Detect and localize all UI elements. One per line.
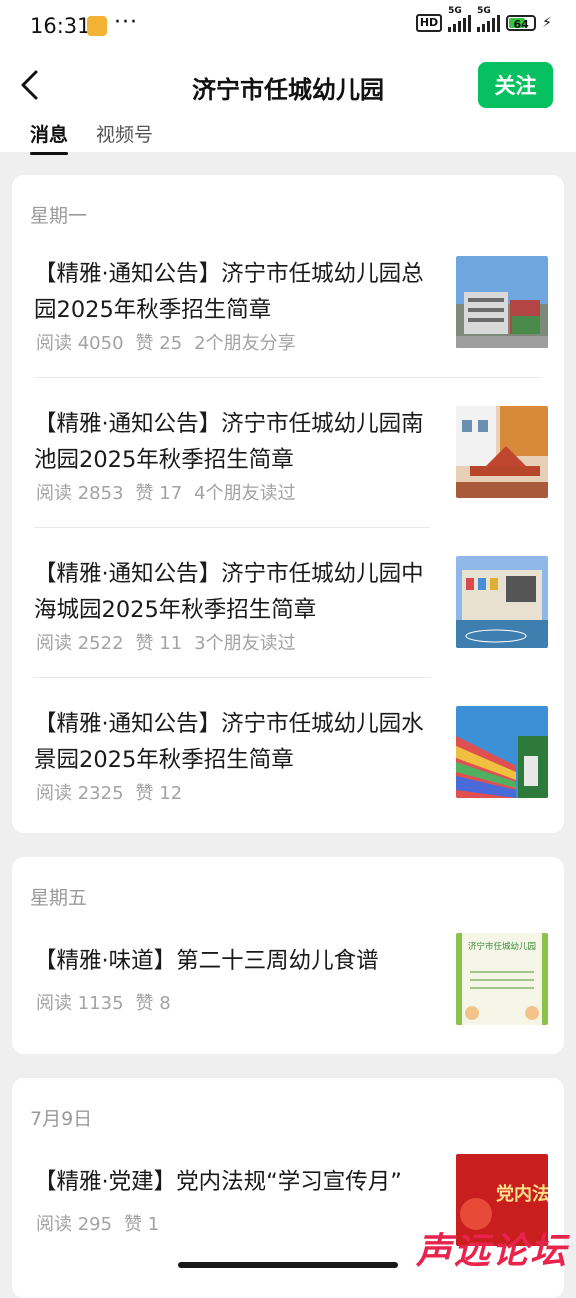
message-group-card: 星期一 【精雅·通知公告】济宁市任城幼儿园总园2025年秋季招生简章 阅读 40… — [12, 175, 564, 833]
divider — [34, 377, 542, 378]
article-thumbnail — [456, 406, 548, 498]
divider — [34, 677, 430, 678]
article-meta: 阅读 295 赞 1 — [36, 1210, 171, 1236]
article-title: 【精雅·通知公告】济宁市任城幼儿园水景园2025年秋季招生简章 — [34, 711, 424, 773]
like-count: 赞 8 — [135, 993, 171, 1014]
signal-icon-2: 5G — [477, 6, 501, 32]
like-count: 赞 17 — [135, 483, 183, 504]
tab-video-channel[interactable]: 视频号 — [96, 120, 153, 155]
message-group-card: 星期五 【精雅·味道】第二十三周幼儿食谱 阅读 1135 赞 8 济宁市任城幼儿园 — [12, 857, 564, 1054]
article-item[interactable]: 【精雅·味道】第二十三周幼儿食谱 阅读 1135 赞 8 济宁市任城幼儿园 — [34, 933, 548, 1033]
article-meta: 阅读 2853 赞 17 4个朋友读过 — [36, 479, 308, 505]
like-count: 赞 25 — [135, 333, 183, 354]
like-count: 赞 1 — [124, 1214, 160, 1235]
friend-activity: 3个朋友读过 — [194, 633, 296, 654]
read-count: 阅读 295 — [36, 1214, 113, 1235]
friend-activity: 2个朋友分享 — [194, 333, 296, 354]
article-meta: 阅读 4050 赞 25 2个朋友分享 — [36, 329, 308, 355]
read-count: 阅读 4050 — [36, 333, 124, 354]
like-count: 赞 11 — [135, 633, 183, 654]
status-time: 16:31 — [30, 14, 91, 38]
status-bar: 16:31 ··· HD 5G 5G 64 ⚡ — [0, 0, 576, 52]
article-meta: 阅读 1135 赞 8 — [36, 989, 183, 1015]
article-thumbnail — [456, 256, 548, 348]
article-item[interactable]: 【精雅·通知公告】济宁市任城幼儿园水景园2025年秋季招生简章 阅读 2325 赞… — [34, 706, 548, 816]
article-title: 【精雅·党建】党内法规“学习宣传月” — [34, 1169, 402, 1195]
read-count: 阅读 2325 — [36, 783, 124, 804]
read-count: 阅读 2522 — [36, 633, 124, 654]
divider — [34, 527, 430, 528]
friend-activity: 4个朋友读过 — [194, 483, 296, 504]
top-bar: 16:31 ··· HD 5G 5G 64 ⚡ 济宁市任城幼儿园 关注 消息 视… — [0, 0, 576, 155]
article-meta: 阅读 2325 赞 12 — [36, 779, 194, 805]
battery-icon: 64 — [506, 15, 537, 31]
svg-text:党内法: 党内法 — [496, 1183, 548, 1205]
group-date: 星期五 — [30, 887, 88, 909]
article-thumbnail — [456, 556, 548, 648]
like-count: 赞 12 — [135, 783, 183, 804]
read-count: 阅读 1135 — [36, 993, 124, 1014]
article-title: 【精雅·通知公告】济宁市任城幼儿园总园2025年秋季招生简章 — [34, 261, 424, 323]
notification-app-icon — [87, 16, 107, 36]
group-date: 7月9日 — [30, 1108, 93, 1130]
tab-messages[interactable]: 消息 — [30, 120, 69, 155]
charging-icon: ⚡ — [542, 15, 552, 31]
article-thumbnail — [456, 706, 548, 798]
read-count: 阅读 2853 — [36, 483, 124, 504]
article-item[interactable]: 【精雅·通知公告】济宁市任城幼儿园南池园2025年秋季招生简章 阅读 2853 赞… — [34, 406, 548, 516]
article-meta: 阅读 2522 赞 11 3个朋友读过 — [36, 629, 308, 655]
article-item[interactable]: 【精雅·通知公告】济宁市任城幼儿园总园2025年秋季招生简章 阅读 4050 赞 … — [34, 256, 548, 366]
tab-bar: 消息 视频号 — [30, 120, 153, 155]
more-notifications-icon: ··· — [114, 10, 138, 35]
signal-icon-1: 5G — [448, 6, 472, 32]
forum-watermark: 声远论坛 — [415, 1231, 568, 1272]
svg-text:济宁市任城幼儿园: 济宁市任城幼儿园 — [468, 941, 536, 952]
article-title: 【精雅·通知公告】济宁市任城幼儿园南池园2025年秋季招生简章 — [34, 411, 424, 473]
hd-voice-icon: HD — [415, 14, 443, 32]
article-item[interactable]: 【精雅·通知公告】济宁市任城幼儿园中海城园2025年秋季招生简章 阅读 2522… — [34, 556, 548, 666]
article-title: 【精雅·味道】第二十三周幼儿食谱 — [34, 948, 379, 974]
article-thumbnail: 济宁市任城幼儿园 — [456, 933, 548, 1025]
follow-button[interactable]: 关注 — [478, 62, 553, 108]
home-indicator[interactable] — [178, 1262, 398, 1268]
article-title: 【精雅·通知公告】济宁市任城幼儿园中海城园2025年秋季招生简章 — [34, 561, 424, 623]
group-date: 星期一 — [30, 205, 88, 227]
